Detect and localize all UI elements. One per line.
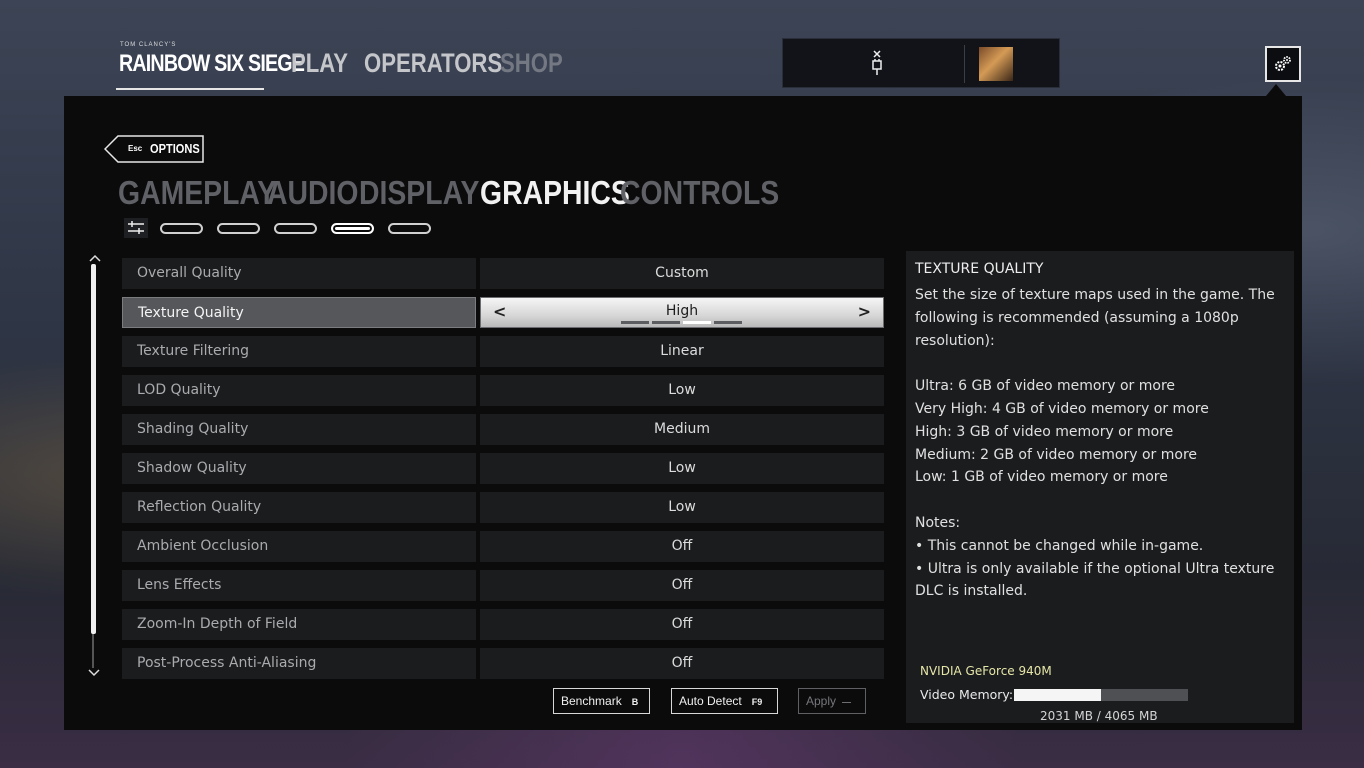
setting-name: Texture Quality [122,297,476,328]
setting-value[interactable]: Medium [480,414,884,445]
value-step-active [683,321,711,324]
nav-operators[interactable]: OPERATORS [364,48,502,79]
profile-divider [964,45,965,83]
setting-row[interactable]: Reflection Quality Low [122,492,884,523]
setting-row[interactable]: Overall Quality Custom [122,258,884,289]
setting-row[interactable]: Ambient Occlusion Off [122,531,884,562]
video-memory-bar [1014,689,1188,701]
setting-name: Shadow Quality [122,453,476,484]
setting-name: Overall Quality [122,258,476,289]
top-nav: TOM CLANCY'S RAINBOW SIX SIEGE [116,38,305,90]
setting-row[interactable]: LOD Quality Low [122,375,884,406]
benchmark-button[interactable]: Benchmark B [553,688,650,714]
tab-display[interactable]: DISPLAY [359,174,479,212]
subtab-1[interactable] [160,223,203,234]
setting-row-selected[interactable]: Texture Quality < High > [122,297,884,328]
value-steps [621,321,745,324]
setting-name: Ambient Occlusion [122,531,476,562]
chevron-right-icon[interactable]: > [858,298,871,326]
sliders-icon[interactable] [124,218,148,238]
setting-value[interactable]: Low [480,453,884,484]
setting-row[interactable]: Lens Effects Off [122,570,884,601]
setting-row[interactable]: Shading Quality Medium [122,414,884,445]
tab-gameplay[interactable]: GAMEPLAY [118,174,276,212]
back-label: OPTIONS [150,141,200,156]
setting-row[interactable]: Texture Filtering Linear [122,336,884,367]
apply-key: — [842,697,852,707]
setting-value[interactable]: Off [480,609,884,640]
setting-name: Post-Process Anti-Aliasing [122,648,476,679]
description-title: TEXTURE QUALITY [915,261,1044,277]
setting-value[interactable]: Off [480,570,884,601]
apply-label: Apply [806,694,837,708]
benchmark-key: B [631,697,639,707]
options-panel: Esc OPTIONS GAMEPLAY AUDIO DISPLAY GRAPH… [64,96,1302,730]
plug-icon[interactable] [870,49,884,77]
tab-controls[interactable]: CONTROLS [620,174,779,212]
back-key-hint: Esc [128,144,143,153]
video-memory-fill [1014,689,1101,701]
subtab-3[interactable] [274,223,317,234]
setting-row[interactable]: Post-Process Anti-Aliasing Off [122,648,884,679]
setting-value-selector[interactable]: < High > [480,297,884,328]
settings-list: Overall Quality Custom Texture Quality <… [122,258,884,687]
setting-value[interactable]: Linear [480,336,884,367]
scroll-thumb[interactable] [91,264,96,634]
chevron-up-icon[interactable] [89,253,101,263]
setting-name: LOD Quality [122,375,476,406]
chevron-left-icon[interactable]: < [493,298,506,326]
gear-icon [1275,56,1291,71]
setting-name: Texture Filtering [122,336,476,367]
video-memory-text: 2031 MB / 4065 MB [1040,709,1158,723]
setting-row[interactable]: Zoom-In Depth of Field Off [122,609,884,640]
auto-detect-key: F9 [751,697,763,707]
setting-value[interactable]: Off [480,531,884,562]
tab-graphics[interactable]: GRAPHICS [480,174,630,212]
logo-subtitle: TOM CLANCY'S [120,42,177,48]
setting-value: High [665,303,699,319]
setting-name: Lens Effects [122,570,476,601]
setting-row[interactable]: Shadow Quality Low [122,453,884,484]
nav-shop[interactable]: SHOP [500,48,563,79]
tab-audio[interactable]: AUDIO [267,174,358,212]
apply-button[interactable]: Apply — [798,688,866,714]
nav-play[interactable]: PLAY [291,48,348,79]
benchmark-label: Benchmark [561,694,622,708]
setting-value[interactable]: Off [480,648,884,679]
settings-notch [1266,84,1286,96]
value-step [652,321,680,324]
avatar[interactable] [979,47,1013,81]
setting-name: Reflection Quality [122,492,476,523]
setting-value[interactable]: Low [480,492,884,523]
description-body: Set the size of texture maps used in the… [915,287,1275,600]
chevron-down-icon[interactable] [87,666,101,680]
setting-value[interactable]: Custom [480,258,884,289]
description-panel: TEXTURE QUALITY Set the size of texture … [906,251,1294,723]
value-step [714,321,742,324]
logo-title: RAINBOW SIX SIEGE [119,50,305,77]
subtab-2[interactable] [217,223,260,234]
settings-button[interactable] [1265,46,1301,82]
setting-name: Shading Quality [122,414,476,445]
setting-value[interactable]: Low [480,375,884,406]
profile-bar [782,38,1060,88]
value-step [621,321,649,324]
subtab-4[interactable] [331,223,374,234]
back-button[interactable]: Esc OPTIONS [104,135,204,163]
game-logo[interactable]: TOM CLANCY'S RAINBOW SIX SIEGE [116,38,305,90]
auto-detect-label: Auto Detect [679,694,742,708]
subtab-5[interactable] [388,223,431,234]
video-memory-label: Video Memory: [920,687,1014,702]
auto-detect-button[interactable]: Auto Detect F9 [671,688,778,714]
setting-name: Zoom-In Depth of Field [122,609,476,640]
gpu-name: NVIDIA GeForce 940M [920,664,1052,678]
